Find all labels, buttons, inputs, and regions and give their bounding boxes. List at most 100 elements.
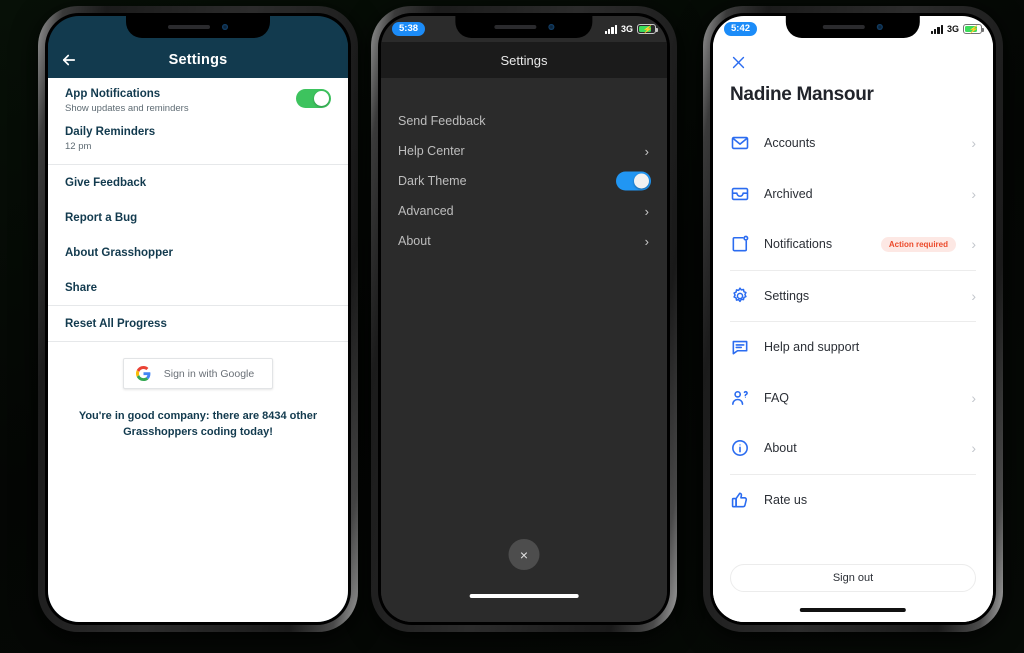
chevron-right-icon: ›: [644, 203, 649, 219]
menu-item-share[interactable]: Share: [48, 270, 348, 305]
phone-grasshopper-settings: Settings App Notifications Show updates …: [38, 6, 358, 632]
phone-account-panel: 5:42 3G ⚡ Nadine Mansour Accounts › Arch…: [703, 6, 1003, 632]
close-button[interactable]: [713, 42, 993, 76]
menu-item-report-a-bug[interactable]: Report a Bug: [48, 200, 348, 235]
archive-box-icon: [730, 184, 750, 204]
dark-theme-toggle[interactable]: [616, 171, 651, 191]
community-message: You're in good company: there are 8434 o…: [78, 410, 318, 438]
list-item-label: About: [764, 441, 797, 456]
sign-in-with-google-label: Sign in with Google: [163, 367, 255, 380]
row-app-notifications[interactable]: App Notifications Show updates and remin…: [48, 78, 348, 124]
charging-bolt-icon: ⚡: [968, 25, 978, 34]
phone2-screen: 5:38 3G ⚡ Settings Send Feedback Help Ce…: [381, 16, 667, 622]
app-notifications-label: App Notifications: [65, 88, 161, 100]
sign-out-button[interactable]: Sign out: [730, 564, 976, 592]
row-label: Send Feedback: [398, 114, 486, 128]
list-item-about[interactable]: About ›: [713, 423, 993, 474]
phone1-screen: Settings App Notifications Show updates …: [48, 16, 348, 622]
close-button[interactable]: ×: [508, 539, 540, 570]
app-notifications-toggle[interactable]: [296, 89, 331, 108]
phone2-status-bar: 5:38 3G ⚡: [381, 16, 667, 42]
status-time: 5:38: [392, 21, 426, 37]
app-notifications-sublabel: Show updates and reminders: [65, 103, 189, 114]
home-indicator[interactable]: [799, 608, 907, 612]
row-dark-theme[interactable]: Dark Theme: [381, 166, 667, 196]
network-type-label: 3G: [946, 24, 959, 34]
row-help-center[interactable]: Help Center ›: [381, 136, 667, 166]
list-item-label: Rate us: [764, 492, 808, 507]
chevron-right-icon: ›: [971, 236, 976, 253]
chevron-right-icon: ›: [971, 287, 976, 304]
phone3-content: Nadine Mansour Accounts › Archived › Not…: [713, 42, 993, 622]
list-item-accounts[interactable]: Accounts ›: [713, 118, 993, 169]
signin-area: Sign in with Google: [48, 342, 348, 389]
phone1-bezel: Settings App Notifications Show updates …: [45, 13, 351, 625]
phone3-screen: 5:42 3G ⚡ Nadine Mansour Accounts › Arch…: [713, 16, 993, 622]
top-spacer: [381, 78, 667, 106]
list-item-label: FAQ: [764, 390, 790, 405]
battery-icon: ⚡: [637, 24, 658, 34]
list-item-notifications[interactable]: Notifications Action required ›: [713, 219, 993, 270]
chevron-right-icon: ›: [971, 135, 976, 152]
reset-section: Reset All Progress: [48, 306, 348, 341]
battery-icon: ⚡: [963, 24, 984, 34]
list-item-label: Settings: [764, 288, 810, 303]
phone-dark-settings: 5:38 3G ⚡ Settings Send Feedback Help Ce…: [371, 6, 677, 632]
daily-reminders-value: 12 pm: [65, 141, 92, 152]
charging-bolt-icon: ⚡: [642, 25, 652, 34]
home-indicator[interactable]: [469, 594, 579, 598]
sign-out-area: Sign out: [713, 564, 993, 622]
page-title: Settings: [168, 52, 228, 68]
list-item-label: Accounts: [764, 136, 816, 151]
list-item-archived[interactable]: Archived ›: [713, 169, 993, 220]
row-label: Help Center: [398, 144, 465, 158]
list-item-label: Notifications: [764, 237, 833, 252]
list-item-settings[interactable]: Settings ›: [713, 271, 993, 322]
row-advanced[interactable]: Advanced ›: [381, 196, 667, 226]
menu-item-reset-all-progress[interactable]: Reset All Progress: [48, 306, 348, 341]
sign-in-with-google-button[interactable]: Sign in with Google: [122, 358, 274, 389]
phone3-status-bar: 5:42 3G ⚡: [713, 16, 993, 42]
menu-item-about-grasshopper[interactable]: About Grasshopper: [48, 235, 348, 270]
chat-bubble-icon: [730, 337, 750, 357]
list-item-label: Archived: [764, 186, 813, 201]
list-item-rate-us[interactable]: Rate us: [713, 475, 993, 526]
gear-icon: [730, 286, 750, 306]
list-item-faq[interactable]: FAQ ›: [713, 373, 993, 424]
phone2-header: Settings: [381, 42, 667, 78]
menu-item-give-feedback[interactable]: Give Feedback: [48, 165, 348, 200]
list-item-help-and-support[interactable]: Help and support: [713, 322, 993, 373]
bell-square-icon: [730, 234, 750, 254]
row-daily-reminders[interactable]: Daily Reminders 12 pm: [48, 124, 348, 164]
info-circle-icon: [730, 438, 750, 458]
list-item-label: Help and support: [764, 340, 860, 355]
status-indicators: 3G ⚡: [930, 24, 984, 34]
user-name: Nadine Mansour: [730, 84, 874, 105]
signal-bars-icon: [930, 24, 943, 34]
menu-section: Give Feedback Report a Bug About Grassho…: [48, 165, 348, 305]
phone2-content: Send Feedback Help Center › Dark Theme A…: [381, 78, 667, 622]
signal-bars-icon: [604, 24, 617, 34]
envelope-icon: [730, 133, 750, 153]
row-send-feedback[interactable]: Send Feedback: [381, 106, 667, 136]
arrow-left-icon[interactable]: [60, 51, 78, 69]
phone1-content: App Notifications Show updates and remin…: [48, 78, 348, 622]
person-question-icon: [730, 388, 750, 408]
home-indicator[interactable]: [141, 611, 255, 615]
row-label: Dark Theme: [398, 174, 467, 188]
network-type-label: 3G: [620, 24, 633, 34]
chevron-right-icon: ›: [644, 233, 649, 249]
chevron-right-icon: ›: [644, 143, 649, 159]
daily-reminders-label: Daily Reminders: [65, 126, 156, 138]
row-about[interactable]: About ›: [381, 226, 667, 256]
status-indicators: 3G ⚡: [604, 24, 658, 34]
phone1-status-bar: [48, 16, 348, 42]
page-title: Settings: [500, 52, 548, 68]
row-label: Advanced: [398, 204, 454, 218]
phone3-bezel: 5:42 3G ⚡ Nadine Mansour Accounts › Arch…: [710, 13, 996, 625]
close-icon: [732, 56, 745, 69]
phone1-header: Settings: [48, 42, 348, 78]
phones-stage: Settings App Notifications Show updates …: [0, 0, 1024, 653]
phone2-bezel: 5:38 3G ⚡ Settings Send Feedback Help Ce…: [378, 13, 670, 625]
notifications-section: App Notifications Show updates and remin…: [48, 78, 348, 164]
